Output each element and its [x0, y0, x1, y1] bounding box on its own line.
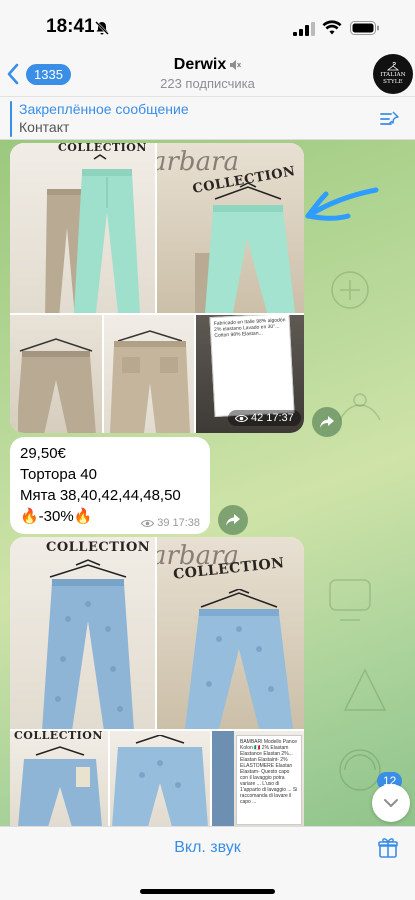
media-album-2[interactable]: COLLECTION arbara COLLECTION COLLECTION	[10, 537, 304, 826]
subscriber-count: 223 подписчика	[160, 76, 255, 91]
blue-arrow-annotation	[305, 187, 379, 221]
price-line: 29,50€	[20, 445, 66, 462]
photo-jeans-hanger[interactable]: arbara COLLECTION	[157, 537, 304, 729]
bubble-meta: 39 17:38	[141, 517, 200, 529]
scroll-down-button[interactable]	[372, 784, 410, 822]
channel-name: Derwix	[173, 56, 227, 73]
color-sizes-line: Мята 38,40,42,44,48,50	[20, 487, 181, 504]
brand-script-text: arbara	[157, 147, 240, 177]
share-button[interactable]	[218, 505, 248, 535]
eye-icon	[141, 519, 155, 527]
photo-pants-beige-back[interactable]	[104, 315, 194, 433]
jeans-illustration	[42, 559, 134, 729]
text-message-bubble[interactable]: 29,50€ Тортора 40 Мята 38,40,42,44,48,50…	[10, 437, 210, 534]
views-time-pill: 42 17:37	[228, 410, 301, 426]
message-time: 17:38	[172, 517, 200, 529]
avatar-logo-text: ITALIAN STYLE	[380, 72, 406, 85]
photo-jeans-front[interactable]: COLLECTION	[10, 537, 155, 729]
channel-title[interactable]: Derwix	[0, 56, 415, 74]
channel-avatar[interactable]: ITALIAN STYLE	[373, 54, 413, 94]
doodle-icon	[343, 668, 387, 711]
jeans-illustration	[112, 735, 208, 826]
photo-pants-mint-hanger[interactable]: arbara COLLECTION	[157, 143, 304, 313]
eye-icon	[235, 414, 248, 422]
share-arrow-icon	[226, 514, 240, 526]
pinned-message-bar[interactable]: Закреплённое сообщение Контакт	[0, 96, 415, 140]
views-count: 42	[251, 412, 264, 424]
pants-illustration	[45, 154, 140, 313]
gift-icon[interactable]	[378, 837, 398, 859]
pinned-list-icon[interactable]	[378, 109, 400, 129]
care-label-card: Fabricado en Italie 98% algodón 2% elast…	[209, 315, 295, 418]
doodle-icon	[329, 579, 371, 621]
share-button[interactable]	[312, 407, 342, 437]
brand-collection-text: COLLECTION	[46, 540, 151, 555]
doodle-icon	[331, 271, 369, 309]
clock: 18:41	[46, 16, 95, 37]
media-album-1[interactable]: COLLECTION arbara COLLECTION Fabricado e…	[10, 143, 304, 433]
brand-collection-text: COLLECTION	[14, 731, 103, 742]
message-time: 17:37	[266, 412, 294, 424]
photo-jeans-detail-1[interactable]: COLLECTION	[10, 731, 108, 826]
status-bar: 18:41	[0, 0, 415, 52]
speaker-muted-icon	[230, 59, 242, 70]
pinned-title: Закреплённое сообщение	[19, 101, 189, 117]
unmute-button[interactable]: Вкл. звук	[0, 839, 415, 857]
jeans-illustration	[18, 746, 102, 826]
views-count: 39	[157, 517, 170, 529]
battery-icon	[350, 21, 379, 35]
share-arrow-icon	[320, 416, 334, 428]
jeans-label-card: BAMBARI Modello Pance Kolon 🇮🇹 2% Elasta…	[236, 735, 302, 825]
pinned-text: Контакт	[19, 119, 70, 135]
pinned-indicator	[10, 101, 12, 137]
pants-illustration	[195, 183, 295, 313]
photo-pants-mint-taupe[interactable]: COLLECTION	[10, 143, 155, 313]
photo-pants-beige-front[interactable]	[10, 315, 102, 433]
jeans-fabric-edge	[212, 731, 234, 826]
home-indicator	[140, 889, 275, 894]
pants-illustration	[110, 330, 190, 433]
chevron-down-icon	[384, 799, 398, 807]
bottom-bar: Вкл. звук	[0, 826, 415, 900]
pants-illustration	[18, 338, 96, 433]
chat-header: 1335 Derwix 223 подписчика ITALIAN STYLE	[0, 52, 415, 96]
color-sizes-line: Тортора 40	[20, 466, 97, 483]
hanger-logo-icon	[387, 62, 399, 71]
wifi-icon	[322, 20, 342, 35]
jeans-illustration	[185, 589, 293, 729]
signal-icon	[293, 22, 315, 36]
photo-jeans-label[interactable]: BAMBARI Modello Pance Kolon 🇮🇹 2% Elasta…	[212, 731, 304, 826]
bell-slash-icon	[95, 21, 109, 35]
photo-jeans-detail-2[interactable]	[110, 731, 210, 826]
